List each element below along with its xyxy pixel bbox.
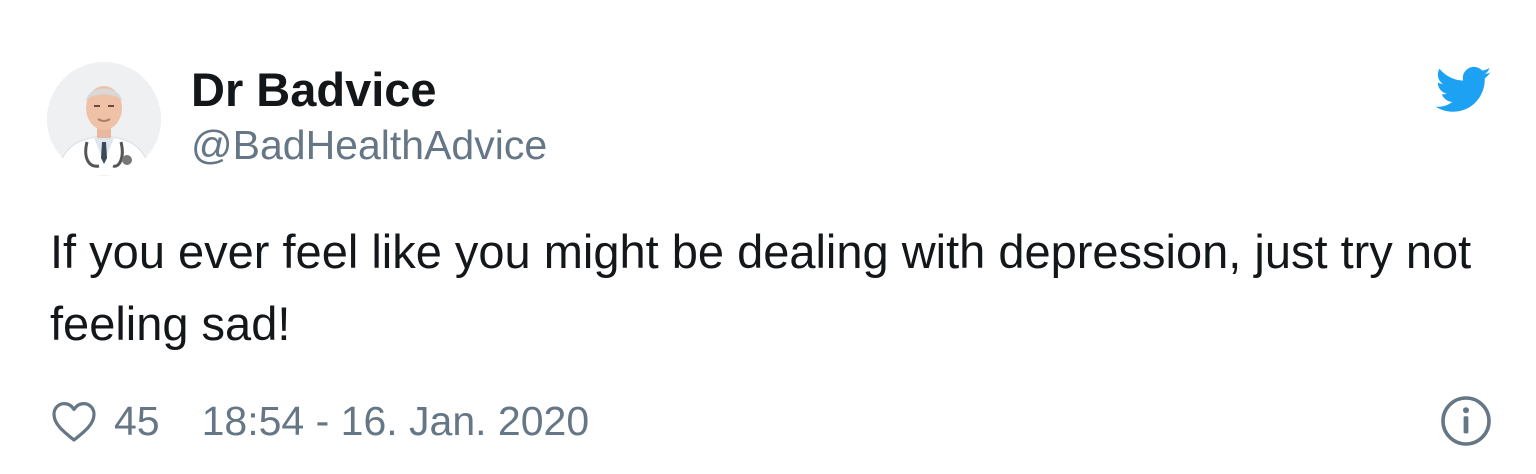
author-avatar[interactable] <box>47 62 161 176</box>
tweet-footer: 45 18:54 - 16. Jan. 2020 <box>50 392 589 450</box>
twitter-bird-icon[interactable] <box>1435 66 1492 114</box>
info-icon[interactable] <box>1440 395 1492 447</box>
like-count: 45 <box>114 397 160 444</box>
tweet-timestamp[interactable]: 18:54 - 16. Jan. 2020 <box>202 398 590 445</box>
tweet-card: Dr Badvice @BadHealthAdvice If you ever … <box>0 0 1536 474</box>
doctor-avatar-image <box>47 62 161 176</box>
like-button[interactable]: 45 <box>50 398 160 445</box>
author-display-name[interactable]: Dr Badvice <box>191 62 437 118</box>
author-handle[interactable]: @BadHealthAdvice <box>191 120 547 170</box>
tweet-text: If you ever feel like you might be deali… <box>50 225 1472 350</box>
heart-icon <box>52 402 96 442</box>
